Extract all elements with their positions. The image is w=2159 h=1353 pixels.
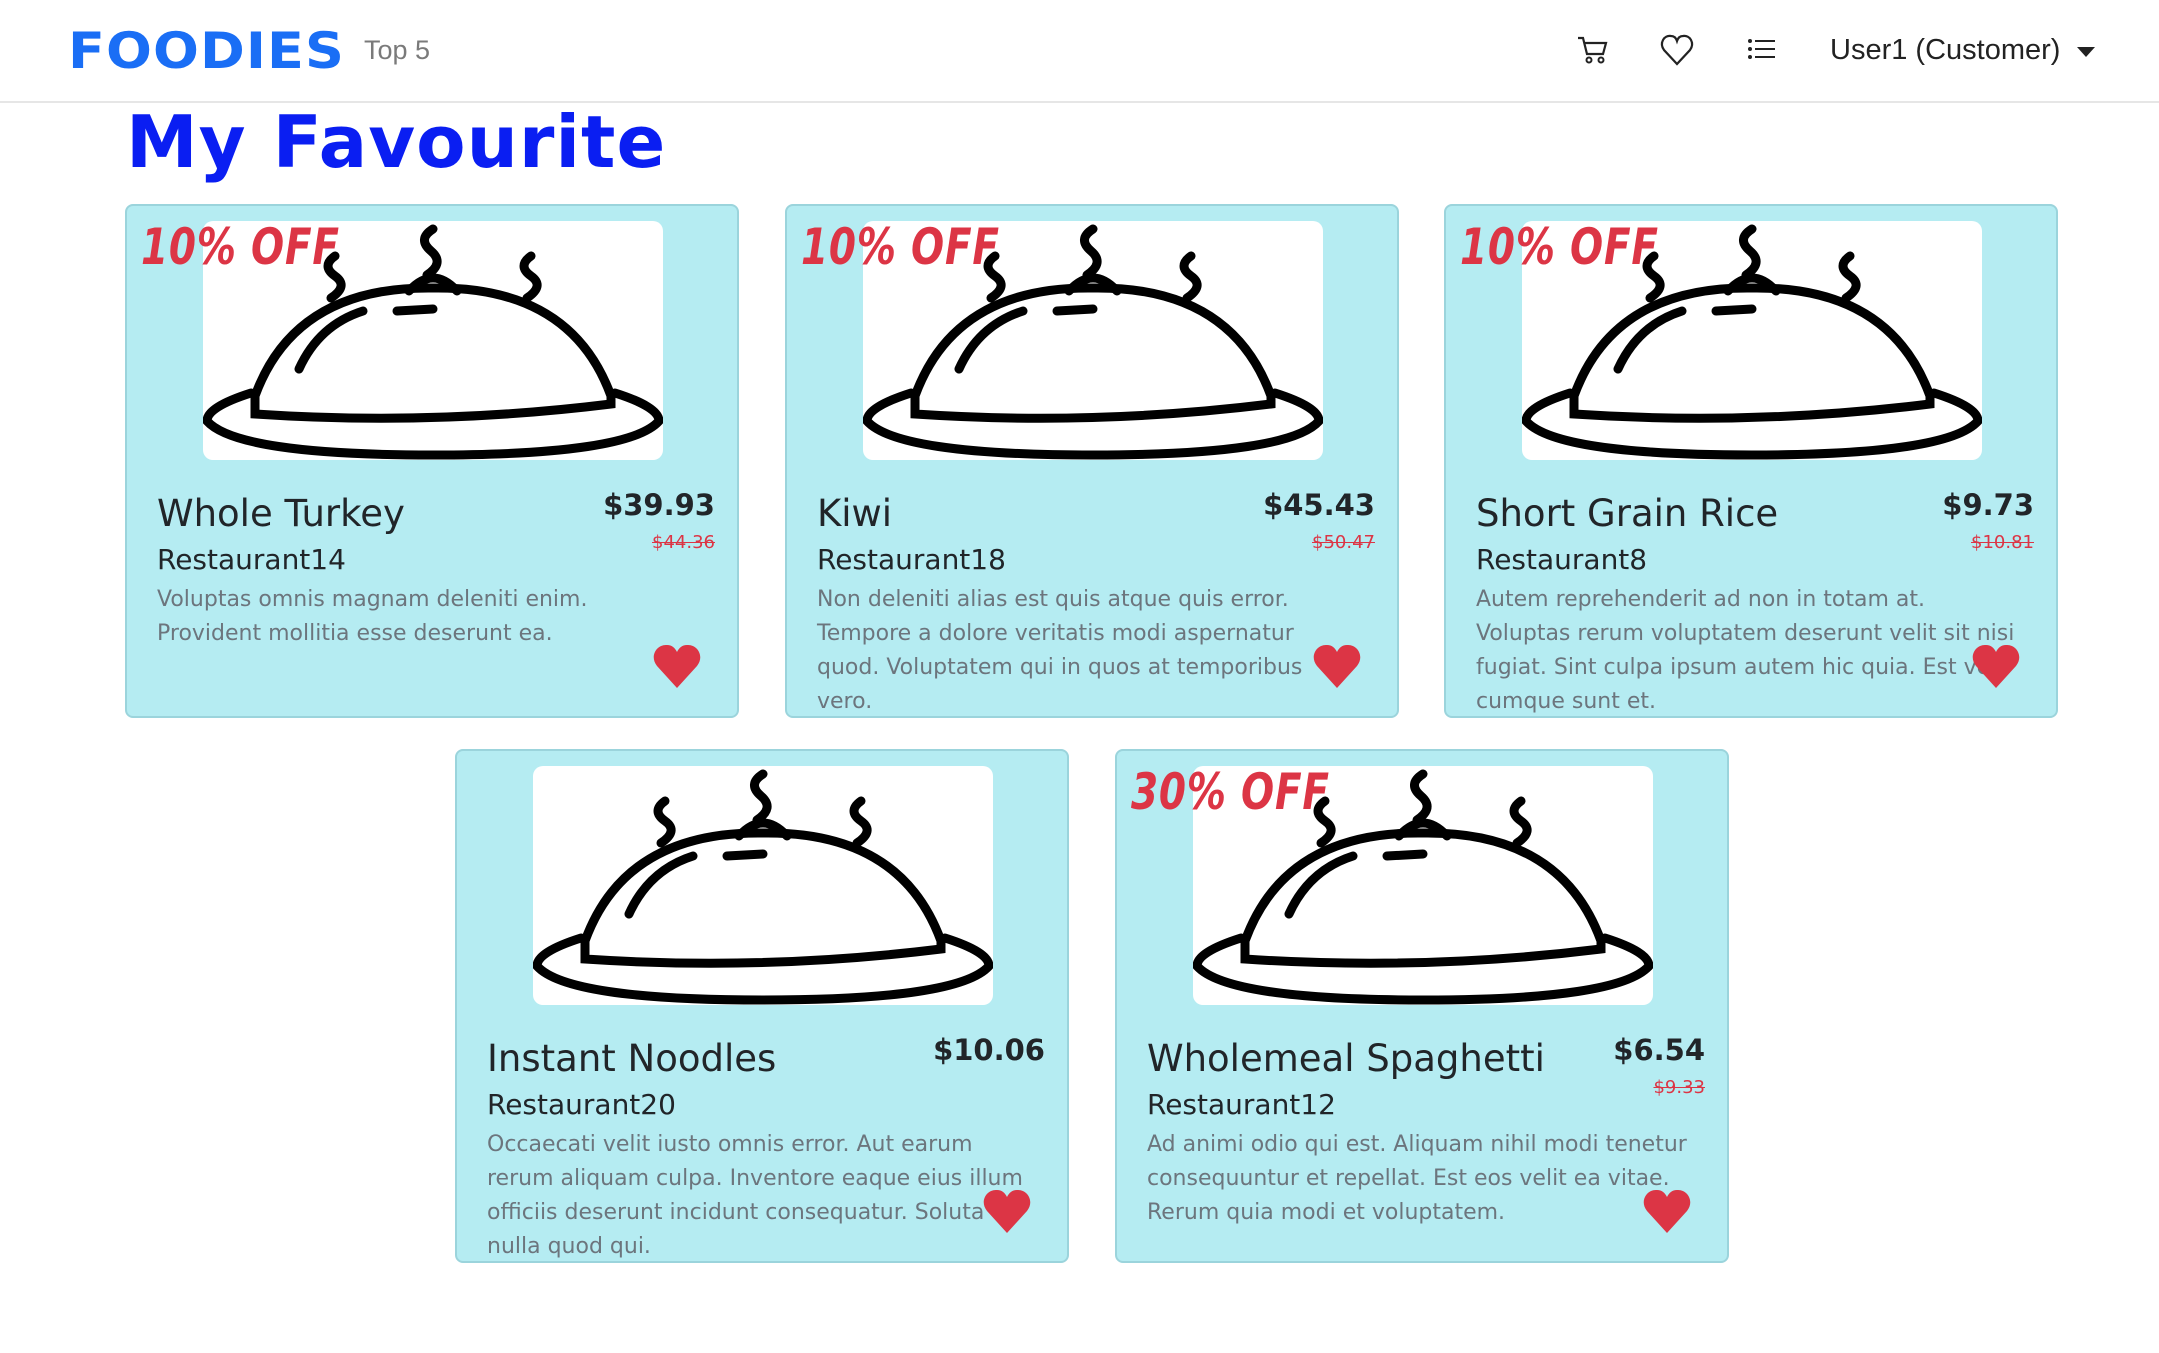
favourite-heart-icon[interactable] bbox=[1972, 644, 2020, 688]
restaurant-name: Restaurant18 bbox=[817, 543, 1006, 576]
food-name: Wholemeal Spaghetti bbox=[1147, 1037, 1545, 1080]
food-description: Ad animi odio qui est. Aliquam nihil mod… bbox=[1147, 1132, 1687, 1225]
discount-badge: 30% OFF bbox=[1131, 763, 1330, 821]
favourite-heart-icon[interactable] bbox=[1643, 1189, 1691, 1233]
original-price: $50.47 bbox=[1312, 532, 1375, 553]
restaurant-name: Restaurant14 bbox=[157, 543, 346, 576]
favourite-heart-icon[interactable] bbox=[653, 644, 701, 688]
discount-badge: 10% OFF bbox=[141, 218, 340, 276]
price: $45.43 bbox=[1263, 488, 1375, 522]
food-description: Non deleniti alias est quis atque quis e… bbox=[817, 587, 1303, 714]
original-price: $44.36 bbox=[652, 532, 715, 553]
list-icon[interactable] bbox=[1744, 32, 1780, 68]
food-name: Kiwi bbox=[817, 492, 893, 535]
restaurant-name: Restaurant12 bbox=[1147, 1088, 1336, 1121]
nav-link-top5[interactable]: Top 5 bbox=[364, 35, 430, 66]
price: $6.54 bbox=[1613, 1033, 1705, 1067]
restaurant-name: Restaurant20 bbox=[487, 1088, 676, 1121]
food-name: Short Grain Rice bbox=[1476, 492, 1779, 535]
price: $39.93 bbox=[603, 488, 715, 522]
price: $10.06 bbox=[933, 1033, 1045, 1067]
favourite-heart-icon[interactable] bbox=[983, 1189, 1031, 1233]
price: $9.73 bbox=[1942, 488, 2034, 522]
user-menu-dropdown[interactable]: User1 (Customer) bbox=[1830, 34, 2060, 67]
brand-logo[interactable]: FOODIES bbox=[68, 22, 345, 80]
heart-icon[interactable] bbox=[1659, 32, 1695, 68]
favourite-card[interactable]: 10% OFF Kiwi Restaurant18 Non deleniti alia… bbox=[785, 204, 1399, 718]
favourite-card[interactable]: Instant Noodles Restaurant20 Occaecati vel… bbox=[455, 749, 1069, 1263]
favourite-card[interactable]: 10% OFF Whole Turkey Restaurant14 Voluptas … bbox=[125, 204, 739, 718]
food-description: Voluptas omnis magnam deleniti enim. Pro… bbox=[157, 587, 588, 646]
favourite-card[interactable]: 30% OFF Wholemeal Spaghetti Restaurant12 Ad… bbox=[1115, 749, 1729, 1263]
food-name: Instant Noodles bbox=[487, 1037, 777, 1080]
chevron-down-icon[interactable] bbox=[2077, 47, 2095, 57]
food-name: Whole Turkey bbox=[157, 492, 405, 535]
original-price: $10.81 bbox=[1971, 532, 2034, 553]
page-title: My Favourite bbox=[126, 100, 667, 184]
food-description: Autem reprehenderit ad non in totam at. … bbox=[1476, 587, 2015, 714]
original-price: $9.33 bbox=[1653, 1077, 1705, 1098]
food-image bbox=[533, 766, 993, 1005]
cart-icon[interactable] bbox=[1575, 32, 1611, 68]
favourite-heart-icon[interactable] bbox=[1313, 644, 1361, 688]
discount-badge: 10% OFF bbox=[801, 218, 1000, 276]
food-description: Occaecati velit iusto omnis error. Aut e… bbox=[487, 1132, 1023, 1259]
navbar: FOODIES Top 5 User1 (Customer) bbox=[0, 0, 2159, 103]
favourite-card[interactable]: 10% OFF Short Grain Rice Restaurant8 Autem … bbox=[1444, 204, 2058, 718]
discount-badge: 10% OFF bbox=[1460, 218, 1659, 276]
restaurant-name: Restaurant8 bbox=[1476, 543, 1648, 576]
